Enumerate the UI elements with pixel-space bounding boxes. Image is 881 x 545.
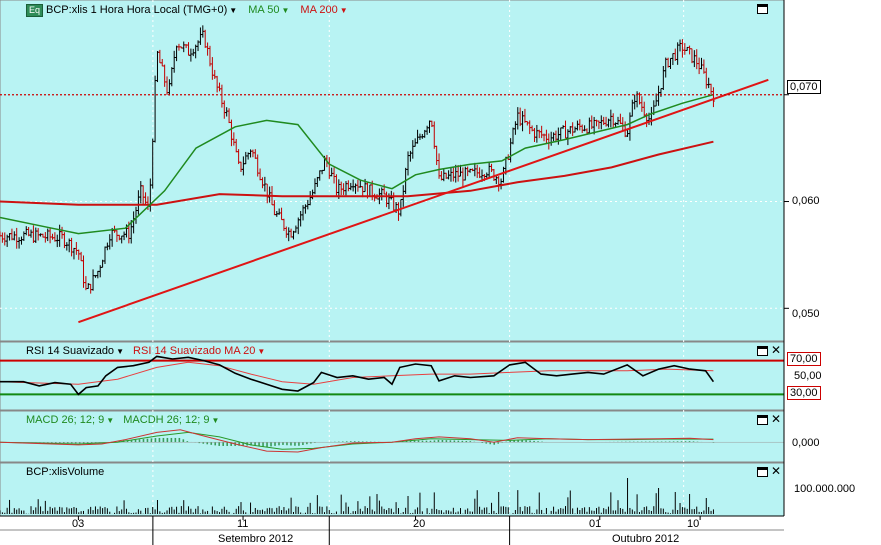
rsi-ma-legend[interactable]: RSI 14 Suavizado MA 20 (133, 345, 255, 357)
symbol-dropdown-icon[interactable]: ▼ (229, 6, 237, 15)
rsi-panel-header: RSI 14 Suavizado ▼ RSI 14 Suavizado MA 20… (26, 345, 265, 358)
x-label-setembro: Setembro 2012 (218, 533, 293, 545)
volume-panel-header: BCP:xlisVolume (26, 466, 104, 479)
macdh-dropdown-icon[interactable]: ▼ (211, 416, 219, 425)
x-label-03: 03 (72, 518, 84, 530)
x-label-11: 11 (237, 518, 248, 530)
rsi-mid-label: 50,00 (794, 370, 822, 382)
x-label-01: 01 (589, 518, 601, 530)
x-label-20: 20 (413, 518, 425, 530)
volume-panel-bg (0, 462, 785, 517)
x-label-outubro: Outubro 2012 (612, 533, 679, 545)
rsi-upper-label: 70,00 (787, 352, 821, 366)
maximize-price-panel-icon[interactable] (757, 4, 768, 14)
ma50-legend[interactable]: MA 50 (248, 4, 279, 16)
price-axis-ticks (784, 94, 789, 309)
price-panel-bg (0, 0, 785, 342)
macd-zero-label: 0,000 (792, 437, 820, 449)
ma50-dropdown-icon[interactable]: ▼ (281, 6, 289, 15)
price-panel-header: Eq BCP:xlis 1 Hora Hora Local (TMG+0) ▼ MA… (26, 4, 348, 17)
ma200-dropdown-icon[interactable]: ▼ (340, 6, 348, 15)
close-macd-panel-icon[interactable]: ✕ (771, 413, 781, 425)
rsi-lower-label: 30,00 (787, 386, 821, 400)
current-price-label: 0,070 (787, 80, 821, 94)
price-tick-0060: 0,060 (792, 195, 820, 207)
rsi-dropdown-icon[interactable]: ▼ (116, 347, 124, 356)
rsi-ma-dropdown-icon[interactable]: ▼ (257, 347, 265, 356)
chart-canvas: 0,060 0,050 100.000.000 0,000 50,00 03 1… (0, 0, 881, 545)
close-volume-panel-icon[interactable]: ✕ (771, 465, 781, 477)
macd-dropdown-icon[interactable]: ▼ (106, 416, 114, 425)
maximize-volume-panel-icon[interactable] (757, 467, 768, 477)
price-tick-0050: 0,050 (792, 308, 820, 320)
maximize-macd-panel-icon[interactable] (757, 415, 768, 425)
volume-title[interactable]: BCP:xlisVolume (26, 466, 104, 478)
maximize-rsi-panel-icon[interactable] (757, 346, 768, 356)
eq-badge[interactable]: Eq (26, 4, 44, 17)
x-label-10: 10 (687, 518, 699, 530)
rsi-title[interactable]: RSI 14 Suavizado (26, 345, 114, 357)
symbol-title[interactable]: BCP:xlis 1 Hora Hora Local (TMG+0) (46, 4, 227, 16)
volume-tick-label: 100.000.000 (794, 483, 855, 495)
ma200-legend[interactable]: MA 200 (300, 4, 337, 16)
macd-panel-header: MACD 26; 12; 9 ▼ MACDH 26; 12; 9 ▼ (26, 414, 219, 427)
macd-title[interactable]: MACD 26; 12; 9 (26, 414, 104, 426)
close-rsi-panel-icon[interactable]: ✕ (771, 344, 781, 356)
macdh-legend[interactable]: MACDH 26; 12; 9 (123, 414, 209, 426)
